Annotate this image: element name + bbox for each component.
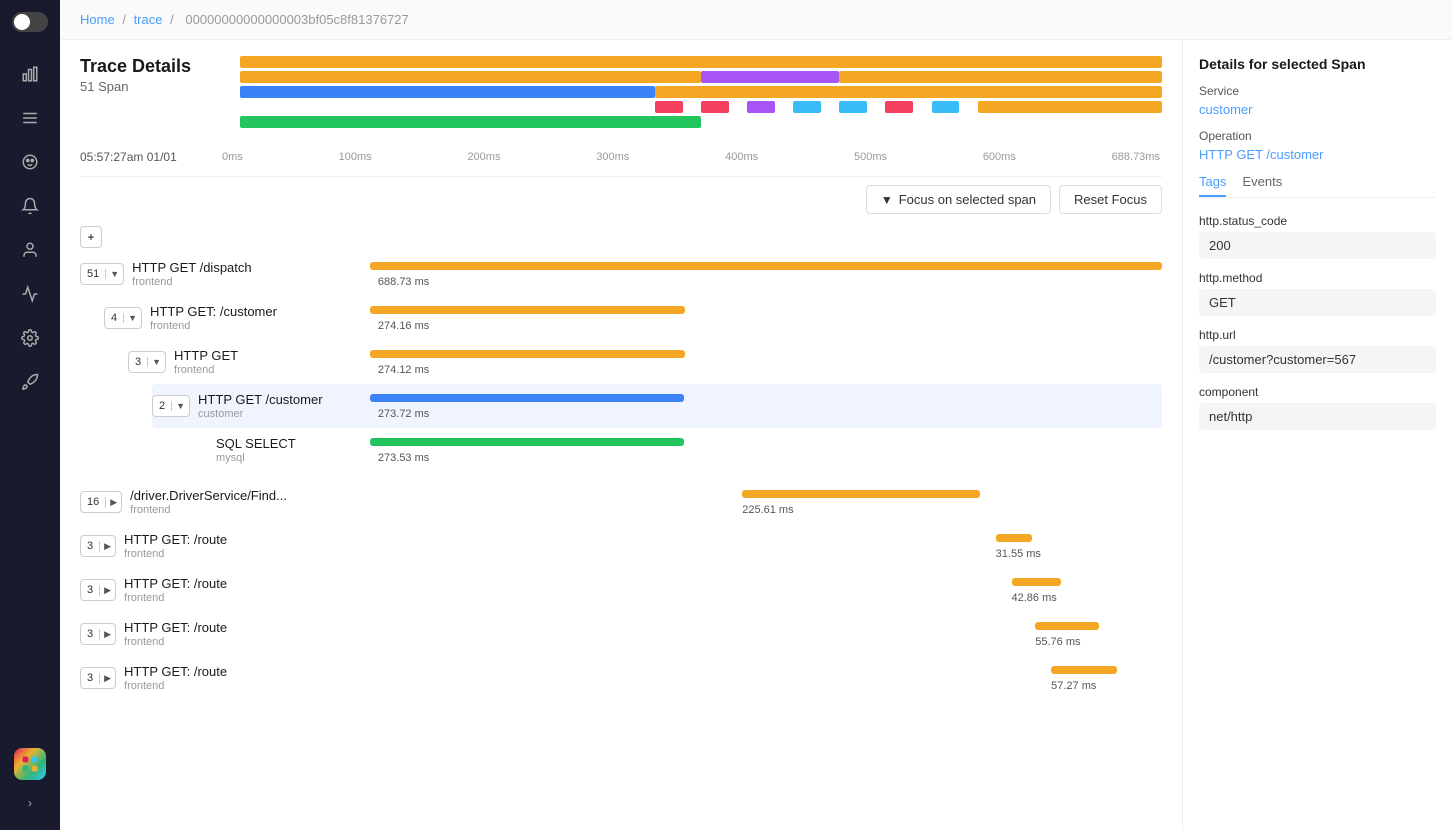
service-label: Service [1199, 84, 1436, 98]
breadcrumb: Home / trace / 00000000000000003bf05c8f8… [60, 0, 1452, 40]
tick-500ms: 500ms [854, 151, 887, 163]
span-info: HTTP GET /customer customer [198, 392, 338, 420]
trace-title-block: Trace Details 51 Span [80, 56, 220, 94]
graph-icon[interactable] [12, 276, 48, 312]
mini-flamegraph [240, 56, 1162, 126]
span-info: HTTP GET /dispatch frontend [132, 260, 272, 288]
slack-logo[interactable] [14, 748, 46, 780]
tick-400ms: 400ms [725, 151, 758, 163]
focus-bar: ▼ Focus on selected span Reset Focus [80, 185, 1162, 214]
tick-200ms: 200ms [467, 151, 500, 163]
span-row: 3 ▶ HTTP GET: /route frontend 42.86 ms [80, 568, 1162, 612]
span-bars: 31.55 ms [370, 528, 1162, 564]
focus-selected-span-button[interactable]: ▼ Focus on selected span [866, 185, 1051, 214]
tag-component: component net/http [1199, 385, 1436, 430]
span-bars: 273.53 ms [370, 432, 1162, 468]
span-info: SQL SELECT mysql [216, 436, 356, 464]
trace-title: Trace Details [80, 56, 220, 77]
ruler-ticks: 0ms 100ms 200ms 300ms 400ms 500ms 600ms … [220, 151, 1162, 163]
span-row: 3 ▶ HTTP GET: /route frontend 57.27 ms [80, 656, 1162, 700]
span-row: 3 ▶ HTTP GET: /route frontend 55.76 ms [80, 612, 1162, 656]
span-bars: 273.72 ms [370, 388, 1162, 424]
content-area: Trace Details 51 Span [60, 40, 1452, 830]
gear-icon[interactable] [12, 320, 48, 356]
breadcrumb-trace[interactable]: trace [134, 12, 163, 27]
trace-panel: Trace Details 51 Span [60, 40, 1182, 830]
tag-http-method: http.method GET [1199, 271, 1436, 316]
span-row: 3 ▼ HTTP GET frontend 274.12 ms [128, 340, 1162, 384]
span-badge: 51 ▼ [80, 263, 124, 285]
tick-100ms: 100ms [339, 151, 372, 163]
span-info: HTTP GET frontend [174, 348, 314, 376]
span-row: 51 ▼ HTTP GET /dispatch frontend 688.73 … [80, 252, 1162, 296]
face-icon[interactable] [12, 144, 48, 180]
span-info: HTTP GET: /customer frontend [150, 304, 290, 332]
list-icon[interactable] [12, 100, 48, 136]
span-row: 4 ▼ HTTP GET: /customer frontend 274.16 … [104, 296, 1162, 340]
tick-0ms: 0ms [222, 151, 243, 163]
bell-icon[interactable] [12, 188, 48, 224]
span-badge: 4 ▼ [104, 307, 142, 329]
trace-timestamp: 05:57:27am 01/01 [80, 150, 220, 164]
tags-list: http.status_code 200 http.method GET htt… [1199, 214, 1436, 430]
expand-all-button[interactable]: + [80, 226, 102, 248]
span-info: /driver.DriverService/Find... frontend [130, 488, 287, 516]
span-info: HTTP GET: /route frontend [124, 532, 264, 560]
span-row: SQL SELECT mysql 273.53 ms [176, 428, 1162, 472]
span-bars: 57.27 ms [370, 660, 1162, 696]
timeline-ruler: 05:57:27am 01/01 0ms 100ms 200ms 300ms 4… [80, 146, 1162, 177]
breadcrumb-home[interactable]: Home [80, 12, 115, 27]
theme-toggle[interactable] [12, 12, 48, 32]
service-value-link[interactable]: customer [1199, 102, 1436, 117]
span-bars: 274.12 ms [370, 344, 1162, 380]
span-badge: 3 ▶ [80, 623, 116, 645]
span-badge: 3 ▶ [80, 535, 116, 557]
right-panel: Details for selected Span Service custom… [1182, 40, 1452, 830]
span-row-selected[interactable]: 2 ▼ HTTP GET /customer customer 273.72 m… [152, 384, 1162, 428]
person-icon[interactable] [12, 232, 48, 268]
span-bars: 55.76 ms [370, 616, 1162, 652]
span-info: HTTP GET: /route frontend [124, 664, 264, 692]
span-bars: 688.73 ms [370, 256, 1162, 292]
rocket-icon[interactable] [12, 364, 48, 400]
tab-events[interactable]: Events [1242, 174, 1282, 197]
reset-focus-button[interactable]: Reset Focus [1059, 185, 1162, 214]
span-badge: 16 ▶ [80, 491, 122, 513]
bar-chart-icon[interactable] [12, 56, 48, 92]
span-info: HTTP GET: /route frontend [124, 576, 264, 604]
filter-icon: ▼ [881, 193, 893, 207]
tick-end: 688.73ms [1112, 151, 1160, 163]
span-tree: + 51 ▼ HTTP GET /dispatch frontend [80, 226, 1162, 700]
tag-http-status-code: http.status_code 200 [1199, 214, 1436, 259]
span-badge: 3 ▶ [80, 667, 116, 689]
operation-label: Operation [1199, 129, 1436, 143]
span-badge: 2 ▼ [152, 395, 190, 417]
operation-value-link[interactable]: HTTP GET /customer [1199, 147, 1436, 162]
collapse-sidebar-button[interactable]: › [15, 788, 45, 818]
sidebar: › [0, 0, 60, 830]
tick-300ms: 300ms [596, 151, 629, 163]
tag-http-url: http.url /customer?customer=567 [1199, 328, 1436, 373]
breadcrumb-trace-id: 00000000000000003bf05c8f81376727 [185, 12, 408, 27]
reset-btn-label: Reset Focus [1074, 192, 1147, 207]
main-content: Home / trace / 00000000000000003bf05c8f8… [60, 0, 1452, 830]
span-badge: 3 ▶ [80, 579, 116, 601]
panel-title: Details for selected Span [1199, 56, 1436, 72]
breadcrumb-sep2: / [170, 12, 174, 27]
span-row: 16 ▶ /driver.DriverService/Find... front… [80, 480, 1162, 524]
span-info: HTTP GET: /route frontend [124, 620, 264, 648]
trace-span-count: 51 Span [80, 79, 220, 94]
span-bars: 225.61 ms [370, 484, 1162, 520]
breadcrumb-sep1: / [122, 12, 126, 27]
tab-tags[interactable]: Tags [1199, 174, 1226, 197]
span-row: 3 ▶ HTTP GET: /route frontend 31.55 ms [80, 524, 1162, 568]
tick-600ms: 600ms [983, 151, 1016, 163]
trace-header: Trace Details 51 Span [80, 56, 1162, 126]
panel-tabs: Tags Events [1199, 174, 1436, 198]
span-badge: 3 ▼ [128, 351, 166, 373]
focus-btn-label: Focus on selected span [899, 192, 1036, 207]
span-bars: 42.86 ms [370, 572, 1162, 608]
span-bars: 274.16 ms [370, 300, 1162, 336]
sidebar-bottom: › [14, 748, 46, 818]
